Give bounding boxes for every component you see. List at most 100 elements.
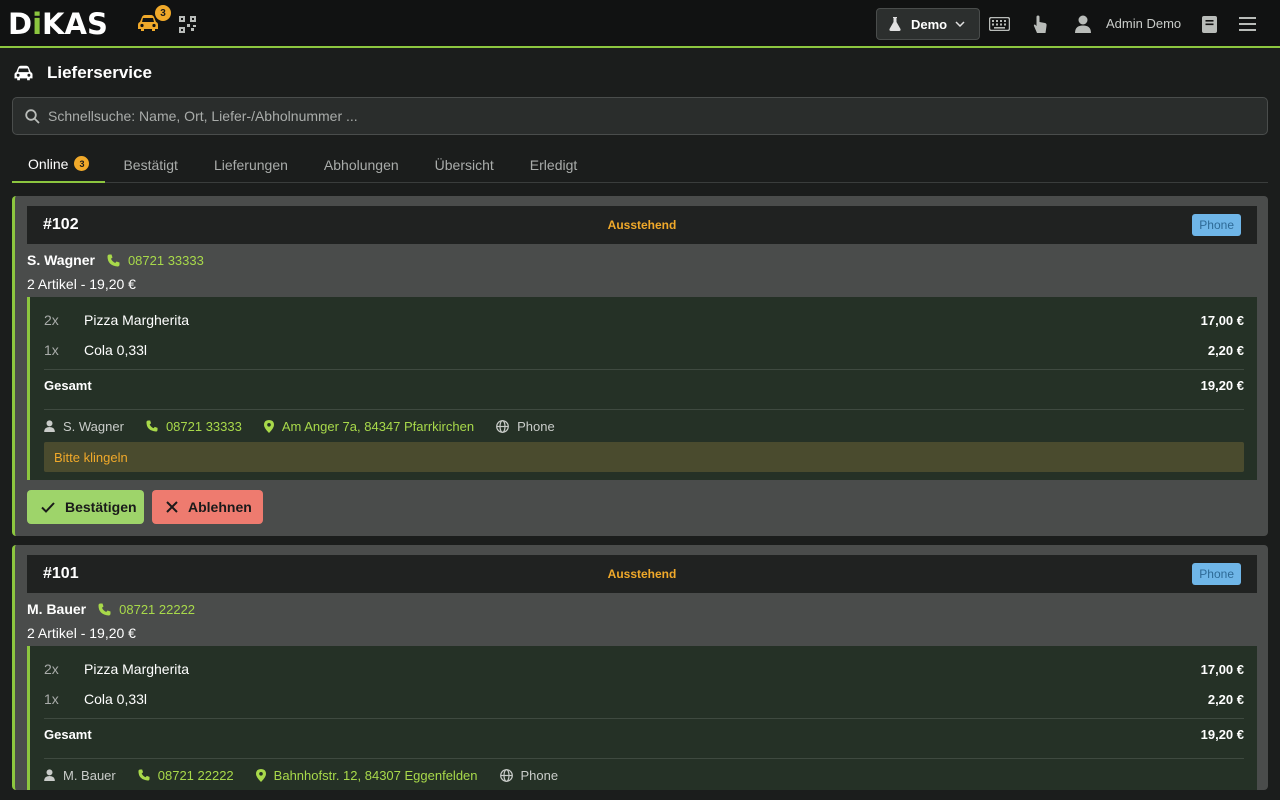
customer-name: S. Wagner xyxy=(27,252,95,268)
search-icon xyxy=(25,108,40,124)
tab-label: Abholungen xyxy=(323,156,399,173)
total-row: Gesamt 19,20 € xyxy=(44,370,1244,400)
menu-icon[interactable] xyxy=(1238,15,1256,33)
meta-customer-name: M. Bauer xyxy=(63,767,116,783)
tab-bestaetigt[interactable]: Bestätigt xyxy=(105,146,195,183)
order-card[interactable]: #102 Ausstehend Phone S. Wagner 08721 33… xyxy=(12,196,1268,536)
item-quantity: 1x xyxy=(44,342,59,358)
page-title: Lieferservice xyxy=(47,63,152,82)
car-icon[interactable]: 3 xyxy=(135,5,171,34)
tab-label: Übersicht xyxy=(434,156,494,173)
item-name: Cola 0,33l xyxy=(84,691,148,707)
touch-icon[interactable] xyxy=(1030,13,1050,35)
order-details: 2x Pizza Margherita 17,00 € 1x Cola 0,33… xyxy=(27,646,1257,790)
tab-lieferungen[interactable]: Lieferungen xyxy=(196,146,306,183)
meta-phone-number[interactable]: 08721 33333 xyxy=(166,419,242,434)
item-price: 2,20 € xyxy=(1207,691,1244,707)
order-summary: 2 Artikel - 19,20 € xyxy=(27,276,136,292)
reject-button[interactable]: Ablehnen xyxy=(152,490,263,524)
meta-phone[interactable]: 08721 33333 xyxy=(146,419,242,434)
customer-phone-link[interactable]: 08721 33333 xyxy=(128,253,204,268)
item-price: 17,00 € xyxy=(1200,661,1244,677)
tab-uebersicht[interactable]: Übersicht xyxy=(417,146,512,183)
order-item-row: 2x Pizza Margherita 17,00 € xyxy=(44,654,1244,684)
search-input[interactable] xyxy=(48,108,1228,124)
tab-erledigt[interactable]: Erledigt xyxy=(512,146,595,183)
order-summary: 2 Artikel - 19,20 € xyxy=(27,625,136,641)
source-badge: Phone xyxy=(1192,563,1241,585)
meta-address[interactable]: Am Anger 7a, 84347 Pfarrkirchen xyxy=(263,419,474,434)
search-bar[interactable] xyxy=(12,97,1268,135)
item-quantity: 2x xyxy=(44,661,59,677)
user-icon[interactable] xyxy=(1074,14,1092,34)
order-item-row: 1x Cola 0,33l 2,20 € xyxy=(44,684,1244,714)
reject-label: Ablehnen xyxy=(188,499,252,515)
meta-address-text[interactable]: Am Anger 7a, 84347 Pfarrkirchen xyxy=(282,419,474,434)
meta-source-text: Phone xyxy=(517,418,555,434)
meta-address[interactable]: Bahnhofstr. 12, 84307 Eggenfelden xyxy=(255,768,478,783)
check-icon xyxy=(41,501,55,513)
customer-phone-link[interactable]: 08721 22222 xyxy=(119,602,195,617)
tab-label: Bestätigt xyxy=(123,156,178,173)
keyboard-icon[interactable] xyxy=(988,15,1010,33)
meta-address-text[interactable]: Bahnhofstr. 12, 84307 Eggenfelden xyxy=(274,768,478,783)
meta-phone-number[interactable]: 08721 22222 xyxy=(158,768,234,783)
item-name: Pizza Margherita xyxy=(84,312,190,328)
customer-meta-row: S. Wagner 08721 33333 Am Anger 7a, 84347… xyxy=(44,414,577,438)
tab-bar: Online 3 Bestätigt Lieferungen Abholunge… xyxy=(12,146,1268,183)
customer-row: M. Bauer 08721 22222 xyxy=(27,601,195,617)
total-label: Gesamt xyxy=(44,726,92,742)
user-name[interactable]: Admin Demo xyxy=(1106,16,1181,31)
order-header: #102 Ausstehend Phone xyxy=(27,206,1257,244)
confirm-label: Bestätigen xyxy=(65,499,137,515)
app-logo[interactable]: DiKAS xyxy=(8,9,108,39)
order-card[interactable]: #101 Ausstehend Phone M. Bauer 08721 222… xyxy=(12,545,1268,790)
order-details: 2x Pizza Margherita 17,00 € 1x Cola 0,33… xyxy=(27,297,1257,480)
customer-meta-row: M. Bauer 08721 22222 Bahnhofstr. 12, 843… xyxy=(44,763,580,787)
meta-source: Phone xyxy=(499,767,559,783)
order-item-row: 1x Cola 0,33l 2,20 € xyxy=(44,335,1244,365)
meta-phone[interactable]: 08721 22222 xyxy=(138,768,234,783)
order-note: Bitte klingeln xyxy=(44,442,1244,472)
book-icon[interactable] xyxy=(1200,14,1218,34)
demo-label: Demo xyxy=(911,16,948,32)
order-status: Ausstehend xyxy=(607,218,677,232)
total-value: 19,20 € xyxy=(1200,377,1244,393)
close-icon xyxy=(166,501,178,513)
car-icon xyxy=(14,65,33,81)
globe-icon xyxy=(496,419,509,433)
order-header: #101 Ausstehend Phone xyxy=(27,555,1257,593)
tab-count-badge: 3 xyxy=(74,156,90,171)
chevron-down-icon xyxy=(955,21,965,27)
tab-online[interactable]: Online 3 xyxy=(12,146,106,183)
user-icon xyxy=(44,769,55,781)
total-label: Gesamt xyxy=(44,377,92,393)
meta-source: Phone xyxy=(496,419,555,434)
tab-abholungen[interactable]: Abholungen xyxy=(306,146,417,183)
top-bar: DiKAS 3 Demo Admin Demo xyxy=(0,0,1280,48)
phone-icon xyxy=(138,769,150,781)
divider xyxy=(44,758,1244,759)
confirm-button[interactable]: Bestätigen xyxy=(27,490,144,524)
meta-source-text: Phone xyxy=(520,767,559,783)
item-quantity: 1x xyxy=(44,691,59,707)
globe-icon xyxy=(499,768,513,782)
order-status: Ausstehend xyxy=(607,567,677,581)
source-badge: Phone xyxy=(1192,214,1241,236)
qr-code-icon[interactable] xyxy=(178,15,196,33)
item-name: Cola 0,33l xyxy=(84,342,148,358)
tab-label: Online xyxy=(28,155,69,172)
customer-row: S. Wagner 08721 33333 xyxy=(27,252,204,268)
tab-label: Lieferungen xyxy=(213,156,288,173)
user-icon xyxy=(44,420,55,432)
map-pin-icon xyxy=(255,768,266,782)
divider xyxy=(44,409,1244,410)
map-pin-icon xyxy=(263,419,274,433)
phone-icon xyxy=(98,603,111,615)
demo-mode-button[interactable]: Demo xyxy=(876,8,980,40)
item-price: 2,20 € xyxy=(1207,342,1244,358)
flask-icon xyxy=(889,17,901,31)
meta-customer-name: S. Wagner xyxy=(63,418,124,434)
item-name: Pizza Margherita xyxy=(84,661,190,677)
car-count-badge: 3 xyxy=(155,5,171,21)
